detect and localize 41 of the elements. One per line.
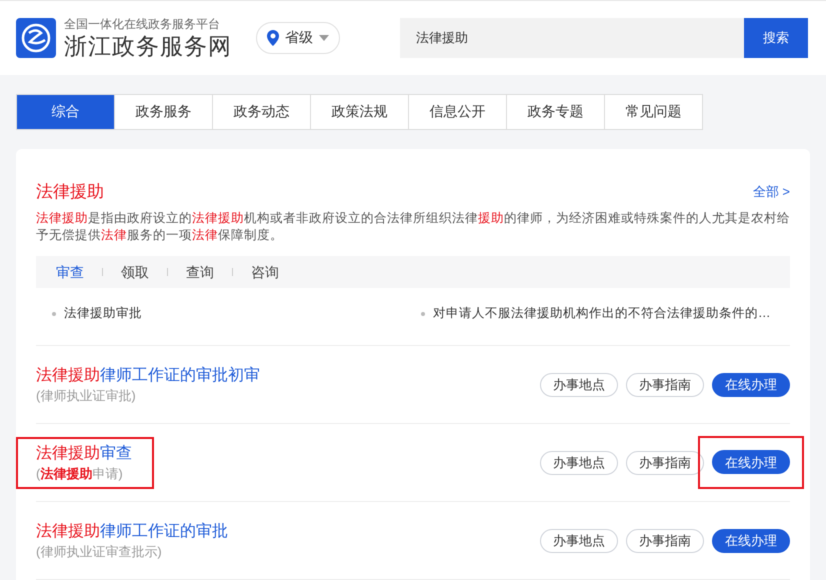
search-button[interactable]: 搜索 [744,18,808,58]
category-tab[interactable]: 常见问题 [604,94,703,130]
bullet-icon [421,312,425,316]
category-tab[interactable]: 信息公开 [408,94,507,130]
caret-icon [319,34,329,41]
search-field[interactable]: 法律援助 [400,18,744,58]
service-button[interactable]: 办事地点 [540,528,618,552]
result-subtitle: (法律援助申请) [36,464,124,482]
online-apply-button[interactable]: 在线办理 [712,528,790,552]
service-button[interactable]: 办事指南 [626,372,704,396]
service-button[interactable]: 办事指南 [626,528,704,552]
sub-tab[interactable]: 领取 [121,262,149,283]
service-button[interactable]: 办事指南 [626,450,704,474]
category-tab[interactable]: 政策法规 [310,94,409,130]
online-apply-button[interactable]: 在线办理 [712,450,790,474]
site-title: 浙江政务服务网 [64,32,232,60]
result-title[interactable]: 法律援助律师工作证的审批初审 [36,364,260,386]
topic-description: 法律援助是指由政府设立的法律援助机构或者非政府设立的合法律所组织法律援助的律师，为经济困难或特殊案件的人尤其是农村给予无偿提供法律服务的一项法律保障制度。 [36,210,790,244]
result-subtitle: (律师执业证审查批示) [36,542,163,560]
sub-tab[interactable]: 查询 [186,262,214,283]
region-dropdown[interactable]: 省级 [256,22,340,54]
category-tab[interactable]: 综合 [16,94,115,130]
result-subtitle: (律师执业证审批) [36,386,137,404]
location-pin-icon [267,30,279,46]
category-tab[interactable]: 政务动态 [212,94,311,130]
bullet-icon [52,312,56,316]
result-title[interactable]: 法律援助审查 [36,442,132,464]
logo-icon [16,18,56,58]
topic-item-link[interactable]: 法律援助审批 [64,304,142,323]
sub-tab[interactable]: 咨询 [251,262,279,283]
online-apply-button[interactable]: 在线办理 [712,372,790,396]
sub-tab[interactable]: 审查 [56,262,84,283]
category-tab[interactable]: 政务专题 [506,94,605,130]
topic-title: 法律援助 [36,180,104,203]
category-tab[interactable]: 政务服务 [114,94,213,130]
topic-item-link[interactable]: 对申请人不服法律援助机构作出的不符合法律援助条件的… [433,304,770,323]
service-button[interactable]: 办事地点 [540,372,618,396]
view-all-link[interactable]: 全部 > [752,182,790,202]
site-tagline: 全国一体化在线政务服务平台 [64,16,221,32]
service-button[interactable]: 办事地点 [540,450,618,474]
result-title[interactable]: 法律援助律师工作证的审批 [36,520,228,542]
